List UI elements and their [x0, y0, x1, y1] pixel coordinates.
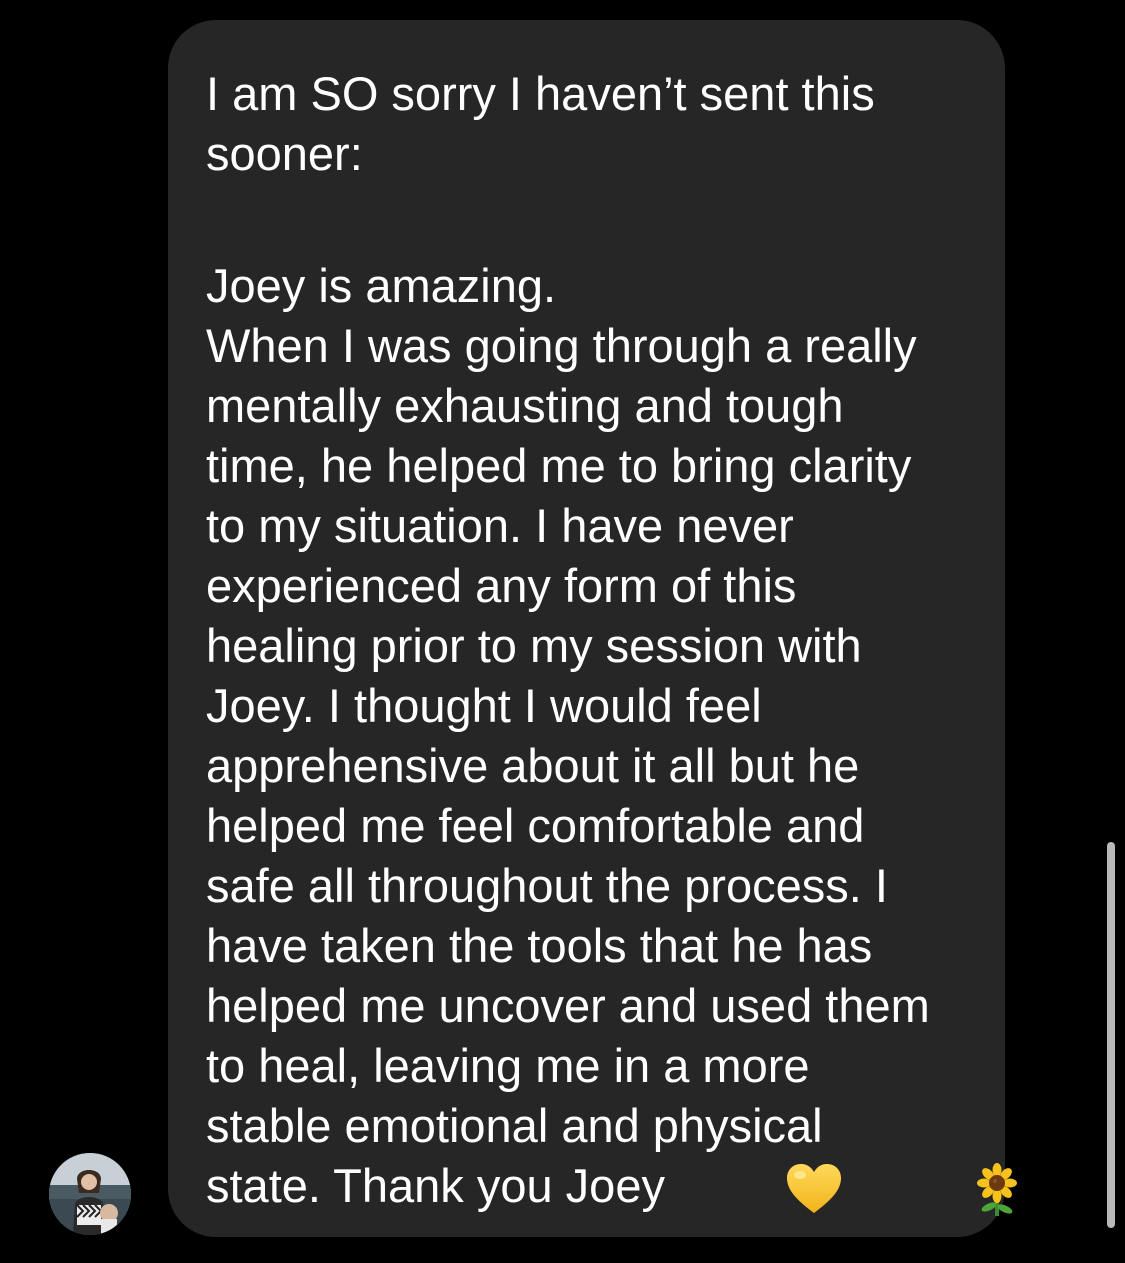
message-bubble[interactable]: I am SO sorry I haven’t sent this sooner… — [168, 20, 1017, 1237]
message-line: healing prior to my session with — [206, 619, 862, 672]
message-line: have taken the tools that he has — [206, 919, 873, 972]
sender-avatar[interactable] — [49, 1153, 131, 1235]
message-line: mentally exhausting and tough — [206, 379, 844, 432]
message-line: to my situation. I have never — [206, 499, 794, 552]
message-line: experienced any form of this — [206, 559, 797, 612]
message-line: helped me uncover and used them — [206, 979, 930, 1032]
message-line: I am SO sorry I haven’t sent this — [206, 67, 875, 120]
message-line: When I was going through a really — [206, 319, 917, 372]
scrollbar[interactable] — [1107, 842, 1115, 1228]
chat-screen: I am SO sorry I haven’t sent this sooner… — [0, 0, 1125, 1263]
message-line: Joey. I thought I would feel — [206, 679, 762, 732]
message-line: sooner: — [206, 127, 363, 180]
message-line: apprehensive about it all but he — [206, 739, 860, 792]
yellow-heart-icon — [681, 1096, 843, 1263]
sunflower-icon — [843, 1096, 1023, 1263]
message-line: time, he helped me to bring clarity — [206, 439, 912, 492]
profile-photo-icon — [49, 1153, 131, 1235]
message-last-line: state. Thank you Joey — [206, 1156, 1017, 1217]
message-line: safe all throughout the process. I — [206, 859, 888, 912]
message-line: Joey is amazing. — [206, 259, 557, 312]
message-line: to heal, leaving me in a more — [206, 1039, 810, 1092]
message-last-line-text: state. Thank you Joey — [206, 1159, 665, 1212]
message-line: helped me feel comfortable and — [206, 799, 865, 852]
